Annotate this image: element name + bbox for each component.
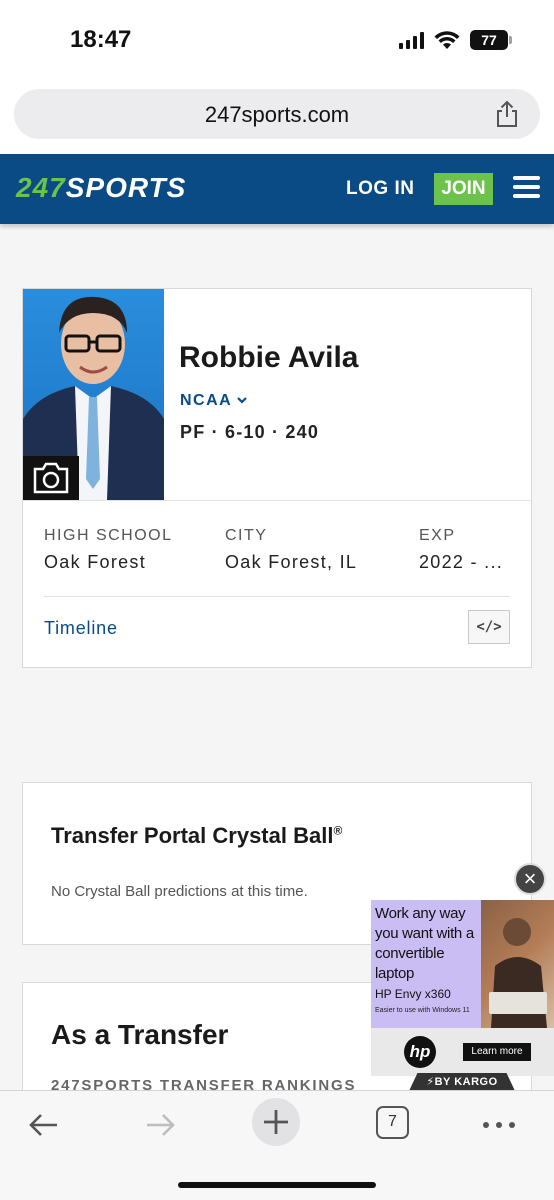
exp-value: 2022 - ... (419, 552, 504, 572)
ad-text-panel: Work any way you want with a convertible… (371, 900, 481, 1028)
crystal-ball-empty-message: No Crystal Ball predictions at this time… (51, 883, 308, 900)
status-time: 18:47 (70, 26, 132, 53)
chevron-down-icon[interactable] (236, 394, 248, 406)
hp-logo: hp (404, 1036, 436, 1068)
ad-footer: hp Learn more (371, 1028, 554, 1076)
crystal-ball-title-text: Transfer Portal Crystal Ball (51, 823, 334, 848)
site-header: 247SPORTS LOG IN JOIN (0, 154, 554, 224)
forward-arrow-icon[interactable] (140, 1105, 180, 1145)
ad-photo (489, 918, 547, 1028)
camera-icon (33, 462, 69, 494)
wifi-icon (434, 31, 460, 49)
logo-text: SPORTS (65, 172, 187, 203)
player-photo[interactable] (23, 289, 164, 500)
exp-label: EXP (419, 527, 456, 544)
logo-number: 247 (16, 172, 66, 203)
ad-product: HP Envy x360 (375, 987, 451, 1001)
plus-icon (264, 1110, 288, 1134)
site-logo[interactable]: 247SPORTS (16, 172, 186, 204)
ad-learn-more-button[interactable]: Learn more (463, 1043, 531, 1061)
ad-image (481, 900, 554, 1028)
player-name: Robbie Avila (179, 341, 359, 374)
league-dropdown[interactable]: NCAA (180, 392, 232, 410)
high-school-value: Oak Forest (44, 552, 147, 572)
home-indicator (178, 1182, 376, 1188)
login-button[interactable]: LOG IN (346, 178, 414, 200)
player-profile-card: Robbie Avila NCAA PF · 6-10 · 240 HIGH S… (22, 288, 532, 668)
city-value: Oak Forest, IL (225, 552, 358, 572)
camera-button[interactable] (23, 456, 79, 500)
url-text: 247sports.com (204, 102, 350, 127)
more-options-icon[interactable] (479, 1105, 519, 1145)
ad-close-button[interactable]: × (514, 863, 546, 895)
advertisement[interactable]: Work any way you want with a convertible… (371, 900, 554, 1076)
timeline-link[interactable]: Timeline (44, 618, 118, 639)
divider (23, 500, 531, 501)
ad-attribution[interactable]: ⚡BY KARGO (409, 1073, 515, 1091)
divider (44, 596, 510, 597)
join-button[interactable]: JOIN (434, 173, 493, 205)
address-bar-area: 247sports.com (0, 84, 554, 154)
transfer-title: As a Transfer (51, 1019, 229, 1050)
high-school-label: HIGH SCHOOL (44, 527, 173, 544)
registered-mark: ® (333, 823, 343, 838)
tab-switcher-button[interactable]: 7 (376, 1106, 409, 1139)
back-arrow-icon[interactable] (24, 1105, 64, 1145)
ad-headline: Work any way you want with a convertible… (375, 905, 474, 982)
share-icon[interactable] (494, 100, 520, 128)
city-label: CITY (225, 527, 268, 544)
embed-code-button[interactable]: </> (468, 610, 510, 644)
signal-icon (399, 31, 424, 49)
address-bar[interactable]: 247sports.com (14, 89, 540, 139)
status-icons: 77 (399, 30, 512, 50)
hamburger-menu-icon[interactable] (513, 176, 540, 200)
crystal-ball-title: Transfer Portal Crystal Ball® (51, 823, 342, 849)
position-height-weight: PF · 6-10 · 240 (180, 422, 320, 442)
battery-icon: 77 (470, 30, 512, 50)
new-tab-button[interactable] (252, 1098, 300, 1146)
ad-note: Easier to use with Windows 11 (375, 1007, 470, 1014)
status-bar: 18:47 77 (0, 0, 554, 84)
